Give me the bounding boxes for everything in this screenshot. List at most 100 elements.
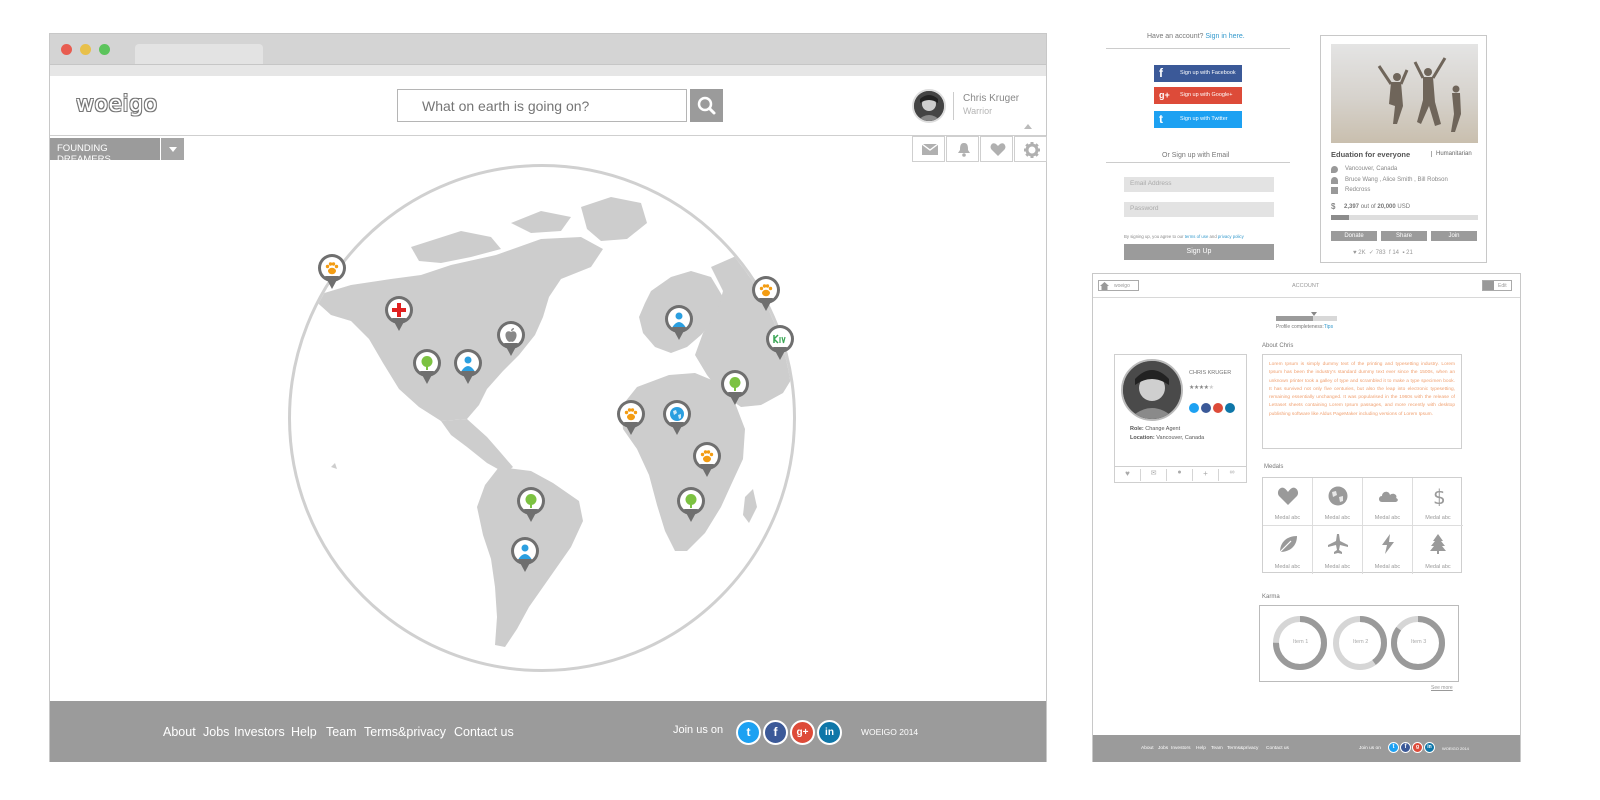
google-signup-button[interactable]: g+ Sign up with Google+ bbox=[1154, 87, 1242, 104]
map-pin-apple[interactable] bbox=[497, 321, 525, 359]
map-pin-animals[interactable] bbox=[752, 276, 780, 314]
twitter-icon[interactable]: ✓ bbox=[1369, 250, 1374, 256]
map-pin-environment[interactable] bbox=[517, 487, 545, 525]
medal-item[interactable]: Medal abc bbox=[1313, 526, 1363, 574]
email-field[interactable]: Email Address bbox=[1124, 177, 1274, 192]
favorites-button[interactable] bbox=[980, 136, 1013, 162]
twitter-icon[interactable]: t bbox=[1388, 742, 1399, 753]
facebook-icon[interactable]: f bbox=[1389, 250, 1391, 256]
map-pin-person[interactable] bbox=[665, 305, 693, 343]
star-rating: ★★★★★ bbox=[1189, 384, 1214, 391]
map-pin-animals[interactable] bbox=[617, 400, 645, 438]
map-pin-environment[interactable] bbox=[677, 487, 705, 525]
twitter-signup-button[interactable]: t Sign up with Twitter bbox=[1154, 111, 1242, 128]
search-button[interactable] bbox=[690, 89, 723, 122]
project-card[interactable]: Eduation for everyone Humanitarian Vanco… bbox=[1320, 35, 1487, 263]
map-pin-environment[interactable] bbox=[721, 370, 749, 408]
privacy-link[interactable]: privacy policy bbox=[1218, 234, 1244, 239]
map-pin-animals[interactable] bbox=[318, 254, 346, 292]
close-window-button[interactable] bbox=[61, 44, 72, 55]
footer-link-help[interactable]: Help bbox=[1196, 746, 1206, 751]
google-plus-icon[interactable]: g bbox=[1412, 742, 1423, 753]
info-button[interactable]: ● bbox=[1167, 469, 1193, 481]
chevron-down-icon[interactable] bbox=[161, 138, 184, 160]
edit-button[interactable]: Edit bbox=[1482, 280, 1512, 291]
footer-link-jobs[interactable]: Jobs bbox=[203, 725, 229, 739]
browser-tab[interactable] bbox=[135, 44, 263, 64]
share-button[interactable]: Share bbox=[1381, 231, 1427, 241]
twitter-icon[interactable] bbox=[1189, 403, 1199, 413]
medal-item[interactable]: $ Medal abc bbox=[1413, 478, 1463, 526]
group-dropdown[interactable]: FOUNDING DREAMERS bbox=[50, 138, 160, 165]
sign-in-link[interactable]: Sign in here. bbox=[1205, 33, 1244, 40]
project-title[interactable]: Eduation for everyone bbox=[1331, 150, 1410, 159]
linkedin-icon[interactable] bbox=[1225, 403, 1235, 413]
footer-link-investors[interactable]: Investors bbox=[234, 725, 285, 739]
tips-link[interactable]: Tips bbox=[1324, 324, 1333, 330]
footer-link-jobs[interactable]: Jobs bbox=[1158, 746, 1168, 751]
home-button[interactable]: woeigo bbox=[1098, 280, 1139, 291]
footer-link-contact[interactable]: Contact us bbox=[1266, 746, 1289, 751]
medal-item[interactable]: Medal abc bbox=[1263, 478, 1313, 526]
completeness-label: Profile completeness: bbox=[1276, 324, 1324, 330]
address-bar[interactable] bbox=[50, 64, 1046, 76]
terms-link[interactable]: terms of use bbox=[1185, 234, 1209, 239]
password-field[interactable]: Password bbox=[1124, 202, 1274, 217]
footer-link-about[interactable]: About bbox=[1141, 746, 1154, 751]
logo[interactable]: woeigo bbox=[76, 92, 158, 117]
user-menu-caret-icon[interactable] bbox=[1024, 124, 1032, 129]
footer-link-terms[interactable]: Terms&privacy bbox=[1227, 746, 1258, 751]
map-pin-global[interactable] bbox=[663, 400, 691, 438]
link-button[interactable]: ∞ bbox=[1219, 469, 1245, 481]
donate-button[interactable]: Donate bbox=[1331, 231, 1377, 241]
add-button[interactable]: + bbox=[1193, 469, 1219, 481]
map-pin-person[interactable] bbox=[511, 537, 539, 575]
medal-item[interactable]: Medal abc bbox=[1263, 526, 1313, 574]
search-input[interactable] bbox=[397, 89, 687, 122]
medal-item[interactable]: Medal abc bbox=[1413, 526, 1463, 574]
facebook-icon[interactable]: f bbox=[1400, 742, 1411, 753]
message-button[interactable]: ✉ bbox=[1141, 469, 1167, 481]
minimize-window-button[interactable] bbox=[80, 44, 91, 55]
facebook-icon[interactable]: f bbox=[763, 720, 788, 745]
user-name[interactable]: Chris Kruger bbox=[963, 93, 1019, 104]
facebook-icon[interactable] bbox=[1201, 403, 1211, 413]
google-plus-icon[interactable]: g+ bbox=[790, 720, 815, 745]
footer-link-help[interactable]: Help bbox=[291, 725, 317, 739]
avatar[interactable] bbox=[912, 89, 946, 123]
maximize-window-button[interactable] bbox=[99, 44, 110, 55]
google-plus-icon[interactable] bbox=[1213, 403, 1223, 413]
footer-link-investors[interactable]: Investors bbox=[1171, 746, 1190, 751]
comment-icon[interactable]: ▪ bbox=[1402, 250, 1404, 256]
medal-item[interactable]: Medal abc bbox=[1313, 478, 1363, 526]
map-pin-kiva[interactable] bbox=[766, 325, 794, 363]
bolt-icon bbox=[1382, 534, 1394, 554]
messages-button[interactable] bbox=[912, 136, 945, 162]
map-pin-person[interactable] bbox=[454, 349, 482, 387]
map-pin-medical[interactable] bbox=[385, 296, 413, 334]
medal-item[interactable]: Medal abc bbox=[1363, 478, 1413, 526]
heart-icon[interactable]: ♥ bbox=[1353, 250, 1357, 256]
twitter-icon[interactable]: t bbox=[736, 720, 761, 745]
linkedin-icon[interactable]: in bbox=[817, 720, 842, 745]
medal-item[interactable]: Medal abc bbox=[1363, 526, 1413, 574]
facebook-signup-button[interactable]: f Sign up with Facebook bbox=[1154, 65, 1242, 82]
like-button[interactable]: ♥ bbox=[1115, 469, 1141, 481]
sign-up-button[interactable]: Sign Up bbox=[1124, 244, 1274, 260]
footer-link-team[interactable]: Team bbox=[326, 725, 357, 739]
profile-avatar[interactable] bbox=[1121, 359, 1183, 421]
footer-link-contact[interactable]: Contact us bbox=[454, 725, 514, 739]
tree-icon bbox=[1430, 534, 1446, 554]
see-more-link[interactable]: See more bbox=[1431, 685, 1453, 691]
map-pin-animals[interactable] bbox=[693, 442, 721, 480]
notifications-button[interactable] bbox=[946, 136, 979, 162]
linkedin-icon[interactable]: in bbox=[1424, 742, 1435, 753]
join-button[interactable]: Join bbox=[1431, 231, 1477, 241]
settings-button[interactable] bbox=[1014, 136, 1047, 162]
karma-item-label: Item 2 bbox=[1353, 639, 1369, 645]
footer-link-team[interactable]: Team bbox=[1211, 746, 1223, 751]
footer-link-about[interactable]: About bbox=[163, 725, 196, 739]
world-map[interactable] bbox=[288, 164, 796, 672]
footer-link-terms[interactable]: Terms&privacy bbox=[364, 725, 446, 739]
map-pin-environment[interactable] bbox=[413, 349, 441, 387]
